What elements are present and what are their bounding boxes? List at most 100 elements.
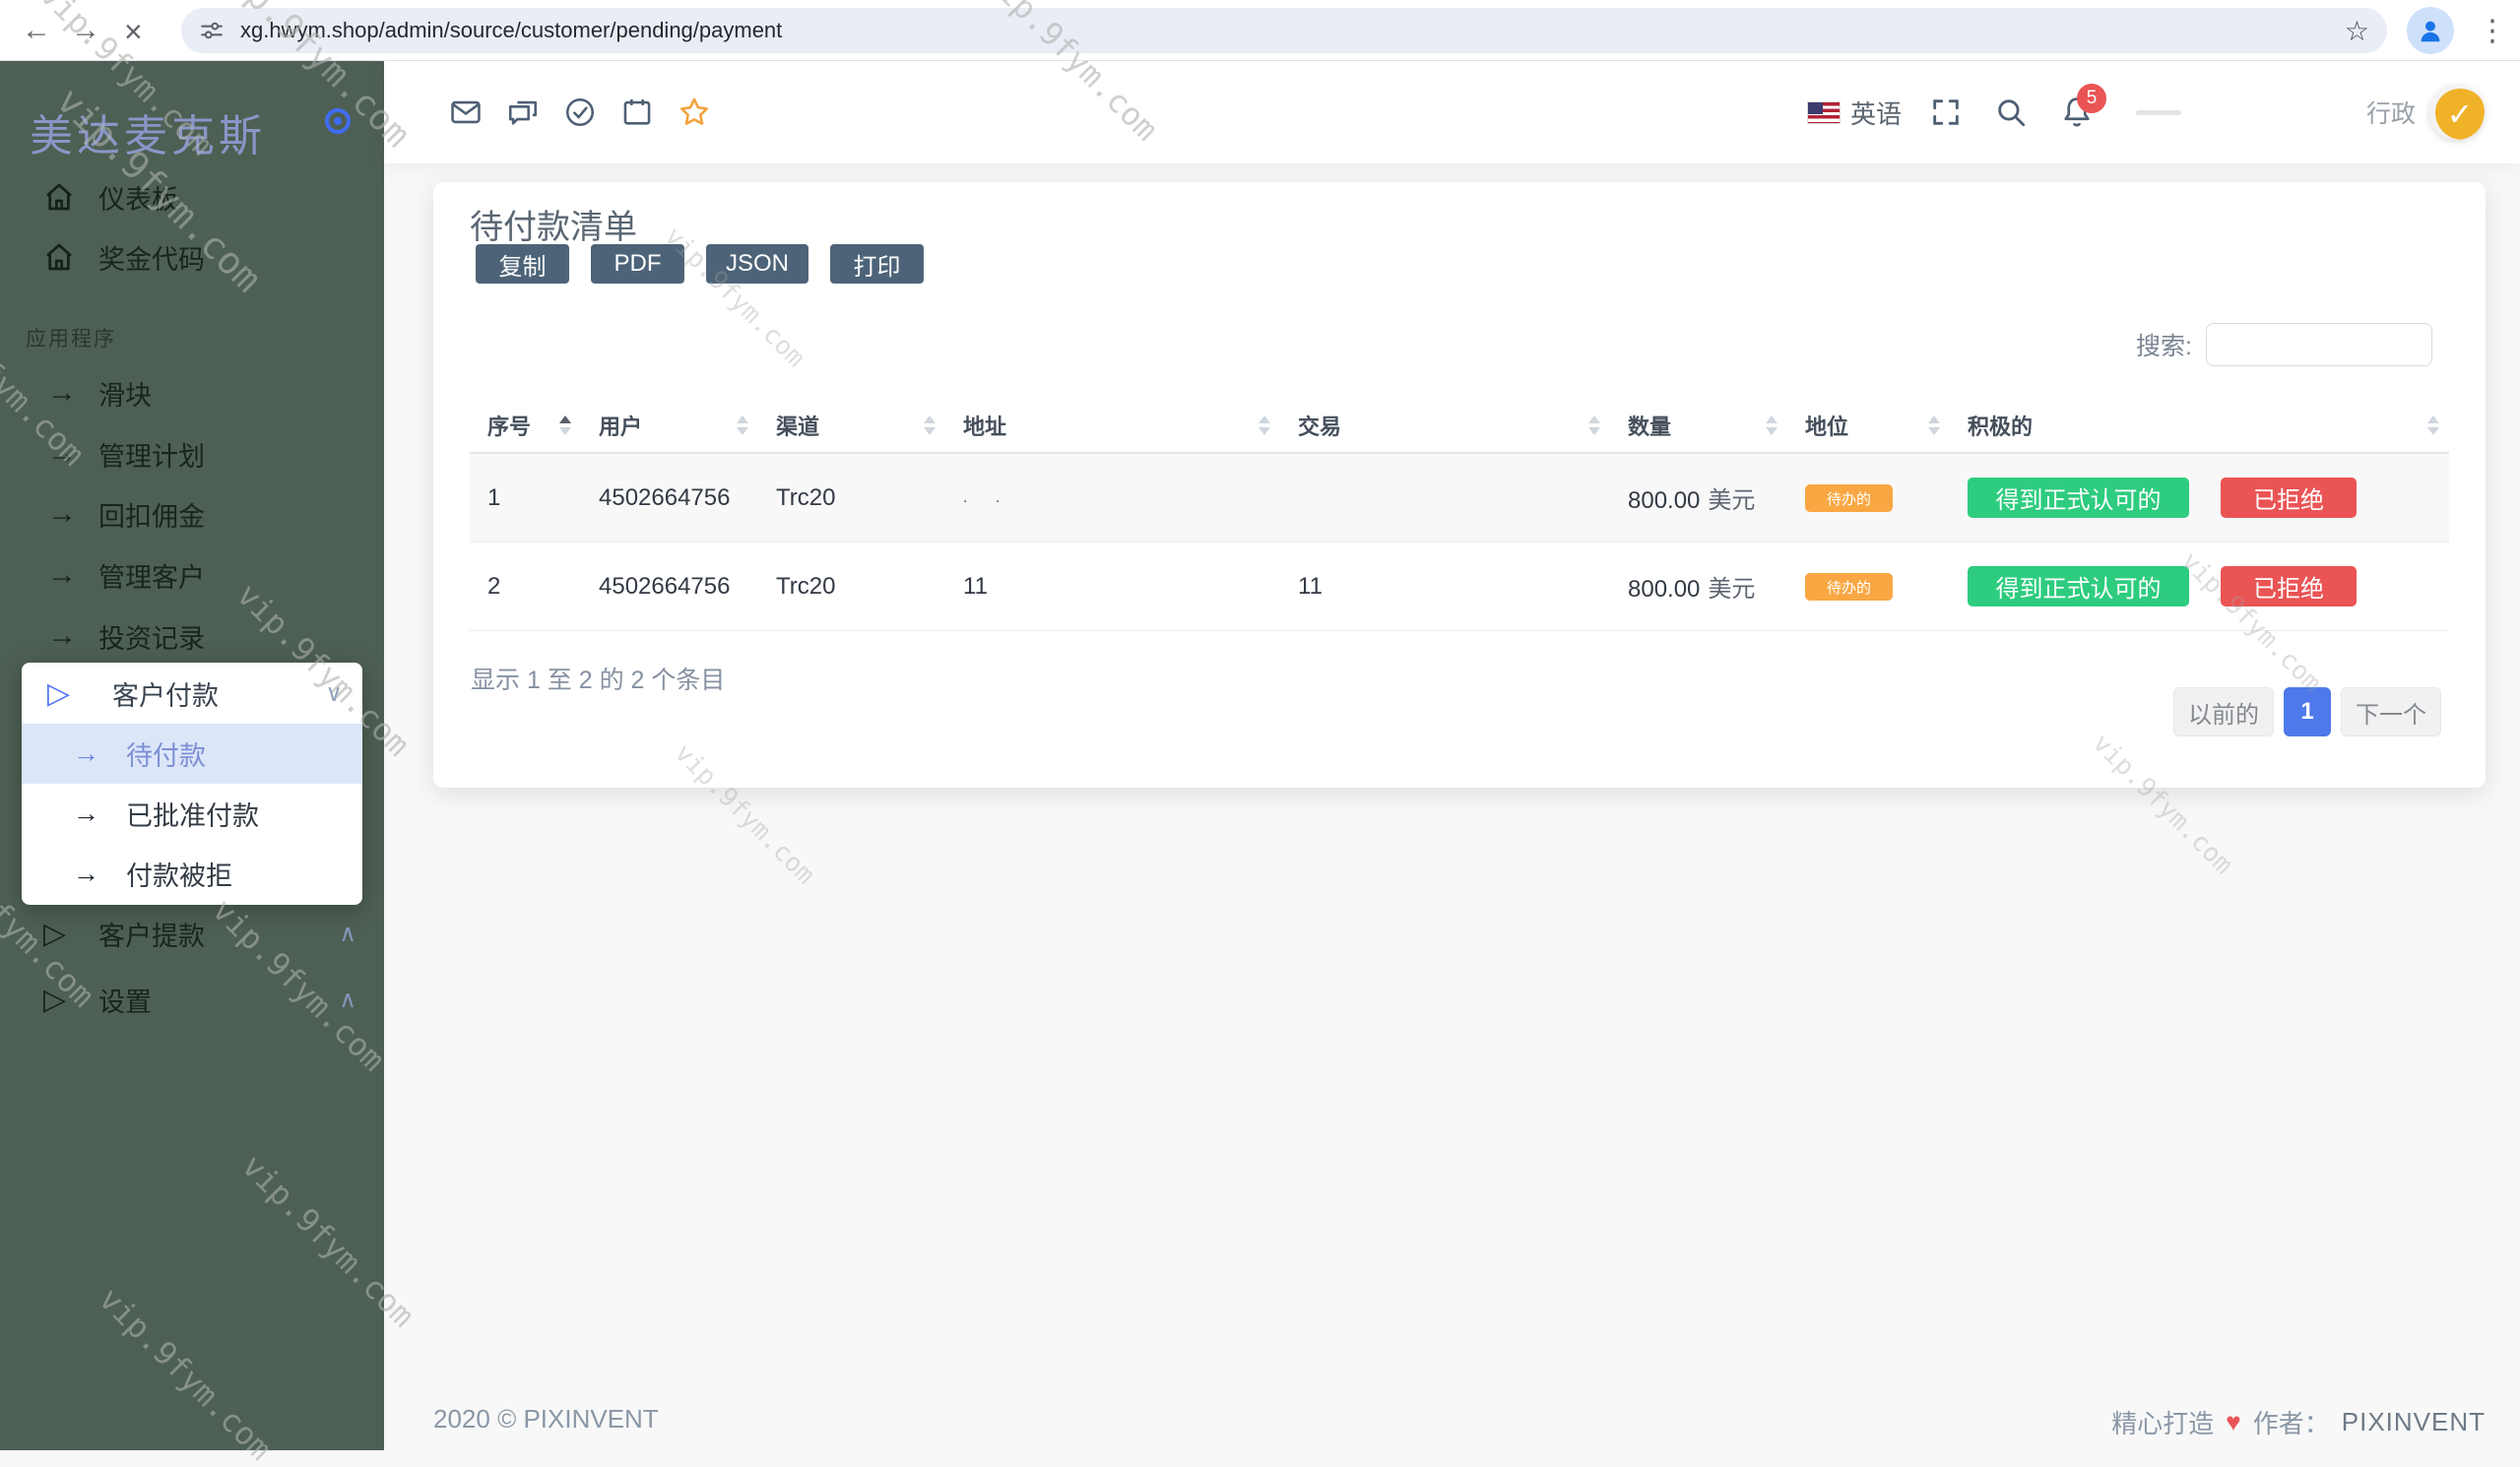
next-page-button[interactable]: 下一个	[2341, 687, 2441, 736]
sidebar-item-label: 投资记录	[98, 623, 205, 654]
heart-icon: ♥	[2226, 1407, 2241, 1436]
arrow-right-icon: →	[73, 738, 99, 768]
page-title: 待付款清单	[470, 209, 637, 246]
sidebar-item-label: 设置	[98, 987, 152, 1017]
approve-button[interactable]: 得到正式认可的	[1968, 478, 2189, 518]
person-icon	[2421, 21, 2440, 42]
address-bar[interactable]: xg.hwym.shop/admin/source/customer/pendi…	[181, 8, 2387, 53]
calendar-icon[interactable]	[620, 96, 654, 129]
pagination: 以前的 1 下一个	[2173, 687, 2441, 736]
browser-toolbar: ← → × xg.hwym.shop/admin/source/customer…	[0, 0, 2520, 61]
browser-profile-avatar[interactable]	[2407, 7, 2454, 54]
column-header-channel[interactable]: 渠道	[758, 410, 945, 441]
arrow-right-icon: →	[47, 497, 77, 530]
notifications-bell-icon[interactable]: 5	[2059, 84, 2107, 131]
sidebar-item-label: 回扣佣金	[98, 501, 205, 532]
cell-transaction: 11	[1298, 572, 1323, 600]
brand-logo[interactable]: 美达麦克斯	[30, 100, 266, 163]
sidebar-item-customer-withdrawal[interactable]: ▷ 客户提款 ∧	[0, 903, 384, 964]
footer-author-link[interactable]: PIXINVENT	[2342, 1407, 2486, 1437]
cell-actions: 得到正式认可的 已拒绝	[1950, 478, 2449, 518]
cell-actions: 得到正式认可的 已拒绝	[1950, 566, 2449, 606]
reject-button[interactable]: 已拒绝	[2221, 566, 2357, 606]
browser-back-icon[interactable]: ←	[22, 14, 51, 47]
fullscreen-icon[interactable]	[1929, 96, 1963, 129]
sidebar-item-label: 奖金代码	[98, 244, 205, 275]
sidebar-item-investment-records[interactable]: → 投资记录	[0, 606, 384, 667]
cell-address: . .	[963, 488, 1012, 506]
footer-author-label: 作者：	[2252, 1409, 2330, 1438]
submenu-item-label: 付款被拒	[126, 861, 232, 891]
sidebar-item-label: 管理计划	[98, 441, 205, 472]
sidebar-item-approved-payment[interactable]: → 已批准付款	[22, 784, 362, 844]
arrow-right-icon: →	[73, 798, 99, 828]
cell-no: 1	[487, 483, 501, 511]
column-header-transaction[interactable]: 交易	[1280, 410, 1610, 441]
pending-payment-card: 待付款清单 复制 PDF JSON 打印 搜索: 序号 用户 渠道 地址 交易 …	[433, 182, 2486, 788]
app-header: 英语 5 行政 ✓	[384, 61, 2520, 163]
check-icon: ✓	[2435, 89, 2486, 140]
column-header-amount[interactable]: 数量	[1610, 410, 1787, 441]
sidebar-item-manage-customers[interactable]: → 管理客户	[0, 544, 384, 606]
sidebar-item-rebate-commission[interactable]: → 回扣佣金	[0, 483, 384, 544]
column-header-active[interactable]: 积极的	[1950, 410, 2449, 441]
browser-menu-icon[interactable]: ⋮	[2478, 14, 2507, 48]
notification-count-badge: 5	[2077, 84, 2107, 113]
arrow-right-icon: →	[47, 558, 77, 591]
browser-forward-icon[interactable]: →	[71, 14, 100, 47]
sidebar-item-slider[interactable]: → 滑块	[0, 362, 384, 423]
submenu-item-label: 待付款	[126, 741, 206, 771]
user-avatar[interactable]: ✓	[2429, 85, 2486, 140]
sidebar-item-label: 管理客户	[98, 562, 205, 593]
star-icon[interactable]	[678, 96, 711, 129]
arrow-right-icon: →	[47, 437, 77, 470]
sidebar-item-settings[interactable]: ▷ 设置 ∧	[0, 969, 384, 1030]
current-page-button[interactable]: 1	[2284, 687, 2331, 736]
column-header-no[interactable]: 序号	[470, 410, 581, 441]
table-row: 2 4502664756 Trc20 11 11 800.00 美元 待办的 得到…	[470, 542, 2449, 631]
copy-button[interactable]: 复制	[476, 244, 569, 284]
sidebar-item-bonus-code[interactable]: 奖金代码	[0, 226, 384, 287]
reject-button[interactable]: 已拒绝	[2221, 478, 2357, 518]
bookmark-star-icon[interactable]: ☆	[2345, 15, 2369, 47]
sidebar-item-pending-payment[interactable]: → 待付款	[22, 724, 362, 784]
column-header-user[interactable]: 用户	[581, 410, 758, 441]
footer-credits: 精心打造 ♥ 作者： PIXINVENT	[2111, 1404, 2486, 1440]
sidebar-item-rejected-payment[interactable]: → 付款被拒	[22, 844, 362, 904]
sidebar-item-label: 滑块	[98, 380, 152, 411]
submenu-item-label: 已批准付款	[126, 801, 259, 831]
cell-user: 4502664756	[599, 483, 731, 511]
arrow-right-icon: →	[47, 376, 77, 409]
previous-page-button[interactable]: 以前的	[2173, 687, 2274, 736]
cell-status: 待办的	[1787, 483, 1950, 513]
chat-icon[interactable]	[506, 96, 540, 129]
json-button[interactable]: JSON	[706, 244, 809, 284]
check-circle-icon[interactable]	[563, 96, 597, 129]
cell-status: 待办的	[1787, 572, 1950, 602]
cell-amount: 800.00 美元	[1628, 487, 1756, 514]
search-label: 搜索:	[2136, 333, 2192, 360]
column-header-status[interactable]: 地位	[1787, 410, 1950, 441]
language-selector[interactable]: 英语	[1850, 95, 1902, 131]
cell-amount: 800.00 美元	[1628, 576, 1756, 603]
search-input[interactable]	[2206, 323, 2432, 366]
approve-button[interactable]: 得到正式认可的	[1968, 566, 2189, 606]
url-text[interactable]: xg.hwym.shop/admin/source/customer/pendi…	[240, 18, 2345, 43]
sidebar-item-manage-plan[interactable]: → 管理计划	[0, 423, 384, 484]
sidebar-item-dashboard[interactable]: 仪表板	[0, 166, 384, 227]
submenu-title: 客户付款	[112, 680, 219, 711]
home-icon	[43, 181, 75, 213]
play-triangle-icon: ▷	[43, 917, 67, 950]
search-icon[interactable]	[1994, 96, 2028, 129]
footer-copyright: 2020 © PIXINVENT	[433, 1404, 659, 1434]
us-flag-icon[interactable]	[1807, 100, 1841, 124]
pdf-button[interactable]: PDF	[591, 244, 684, 284]
site-settings-icon[interactable]	[199, 18, 225, 43]
sidebar-pin-toggle-icon[interactable]	[325, 108, 351, 134]
browser-stop-icon[interactable]: ×	[124, 14, 143, 50]
print-button[interactable]: 打印	[830, 244, 925, 284]
mail-icon[interactable]	[449, 96, 483, 129]
sidebar-item-customer-payment[interactable]: ▷ 客户付款 ∨	[22, 663, 362, 724]
table-header-row: 序号 用户 渠道 地址 交易 数量 地位 积极的	[470, 398, 2449, 454]
column-header-address[interactable]: 地址	[945, 410, 1280, 441]
